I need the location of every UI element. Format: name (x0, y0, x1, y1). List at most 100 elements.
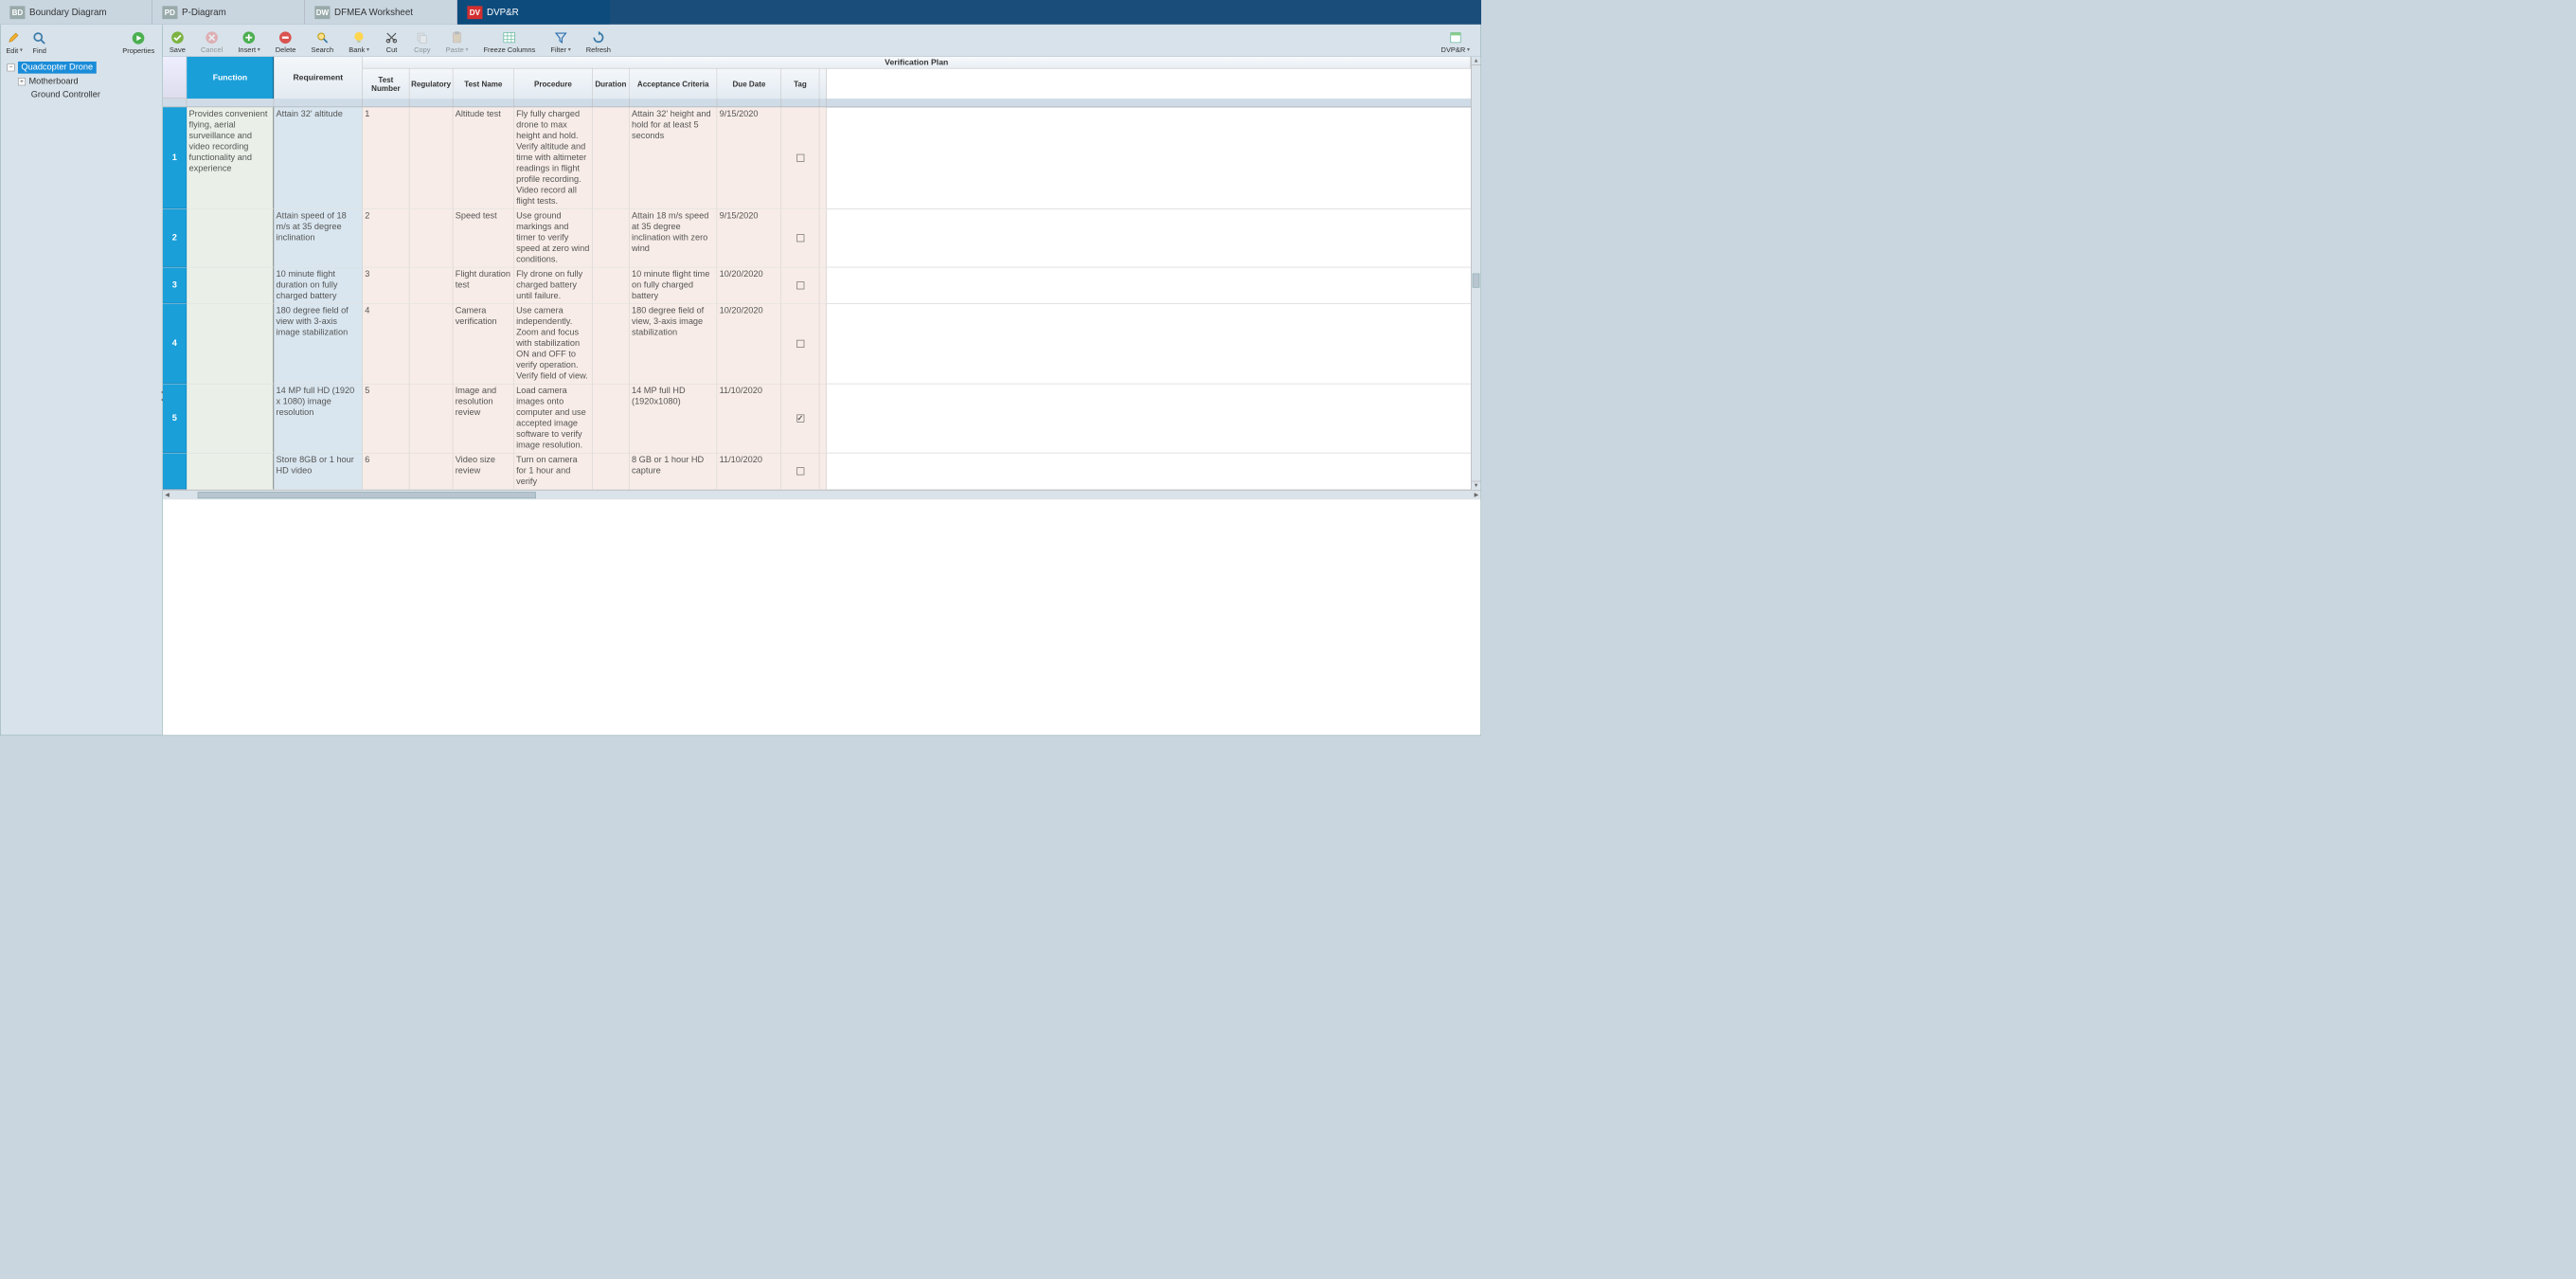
row-number[interactable]: 4 (163, 304, 187, 384)
dvpr-menu-button[interactable]: DVP&R (1441, 30, 1470, 54)
properties-button[interactable]: Properties (122, 31, 154, 55)
cell-due-date[interactable]: 9/15/2020 (717, 107, 781, 208)
col-extra[interactable] (819, 68, 826, 99)
freeze-button[interactable]: Freeze Columns (483, 30, 535, 54)
cell-regulatory[interactable] (409, 304, 453, 384)
vertical-scrollbar[interactable]: ▲ ▼ (1471, 57, 1480, 490)
col-procedure[interactable]: Procedure (514, 68, 593, 99)
cell-extra[interactable] (819, 209, 826, 267)
cell-requirement[interactable]: 180 degree field of view with 3-axis ima… (274, 304, 363, 384)
cell-tag[interactable] (781, 384, 819, 452)
table-row[interactable]: 4180 degree field of view with 3-axis im… (163, 304, 1471, 385)
cell-tag[interactable] (781, 107, 819, 208)
insert-button[interactable]: Insert (238, 30, 259, 54)
scroll-left-icon[interactable]: ◀ (163, 492, 171, 497)
cell-acceptance[interactable]: 180 degree field of view, 3-axis image s… (630, 304, 718, 384)
cell-regulatory[interactable] (409, 384, 453, 452)
cell-due-date[interactable]: 10/20/2020 (717, 304, 781, 384)
cell-extra[interactable] (819, 453, 826, 489)
cell-function[interactable] (187, 267, 274, 303)
checkbox[interactable] (796, 154, 804, 162)
col-acceptance[interactable]: Acceptance Criteria (630, 68, 718, 99)
search-button[interactable]: Search (311, 30, 333, 54)
cell-procedure[interactable]: Load camera images onto computer and use… (514, 384, 593, 452)
table-row[interactable]: 1Provides convenient flying, aerial surv… (163, 107, 1471, 209)
paste-button[interactable]: Paste (446, 30, 469, 54)
cell-requirement[interactable]: 10 minute flight duration on fully charg… (274, 267, 363, 303)
cell-function[interactable] (187, 453, 274, 489)
col-test-name[interactable]: Test Name (453, 68, 513, 99)
cell-test-number[interactable]: 4 (363, 304, 409, 384)
table-row[interactable]: Store 8GB or 1 hour HD video6 Video size … (163, 453, 1471, 490)
cell-procedure[interactable]: Use ground markings and timer to verify … (514, 209, 593, 267)
cell-procedure[interactable]: Fly drone on fully charged battery until… (514, 267, 593, 303)
row-number[interactable]: 5 (163, 384, 187, 452)
cell-test-name[interactable]: Video size review (453, 453, 513, 489)
col-test-number[interactable]: Test Number (363, 68, 409, 99)
delete-button[interactable]: Delete (276, 30, 296, 54)
col-regulatory[interactable]: Regulatory (409, 68, 453, 99)
cell-regulatory[interactable] (409, 107, 453, 208)
save-button[interactable]: Save (170, 30, 186, 54)
scroll-down-icon[interactable]: ▼ (1472, 481, 1481, 490)
cell-test-name[interactable]: Camera verification (453, 304, 513, 384)
copy-button[interactable]: Copy (414, 30, 430, 54)
cell-regulatory[interactable] (409, 453, 453, 489)
cell-test-name[interactable]: Image and resolution review (453, 384, 513, 452)
cell-regulatory[interactable] (409, 267, 453, 303)
row-number[interactable] (163, 453, 187, 489)
tree-root[interactable]: − Quadcopter Drone (5, 60, 158, 75)
tab-dfmea-worksheet[interactable]: DW DFMEA Worksheet (305, 0, 457, 25)
checkbox[interactable] (796, 340, 804, 348)
tree-ground-controller[interactable]: Ground Controller (5, 88, 158, 101)
cell-procedure[interactable]: Use camera independently. Zoom and focus… (514, 304, 593, 384)
cell-test-number[interactable]: 5 (363, 384, 409, 452)
cell-due-date[interactable]: 9/15/2020 (717, 209, 781, 267)
cell-test-number[interactable]: 2 (363, 209, 409, 267)
cell-acceptance[interactable]: Attain 18 m/s speed at 35 degree inclina… (630, 209, 718, 267)
cell-requirement[interactable]: Attain 32' altitude (274, 107, 363, 208)
cell-regulatory[interactable] (409, 209, 453, 267)
cell-duration[interactable] (593, 209, 630, 267)
cell-acceptance[interactable]: 14 MP full HD (1920x1080) (630, 384, 718, 452)
cell-test-number[interactable]: 3 (363, 267, 409, 303)
cell-extra[interactable] (819, 107, 826, 208)
cut-button[interactable]: Cut (385, 30, 399, 54)
cell-test-number[interactable]: 6 (363, 453, 409, 489)
cell-acceptance[interactable]: 8 GB or 1 hour HD capture (630, 453, 718, 489)
col-due-date[interactable]: Due Date (717, 68, 781, 99)
horizontal-scrollbar[interactable]: ◀ ▶ (163, 490, 1480, 499)
table-row[interactable]: 310 minute flight duration on fully char… (163, 267, 1471, 304)
row-number[interactable]: 1 (163, 107, 187, 208)
row-number[interactable]: 3 (163, 267, 187, 303)
cell-tag[interactable] (781, 267, 819, 303)
expand-icon[interactable]: + (18, 78, 26, 85)
col-requirement[interactable]: Requirement (274, 57, 363, 99)
find-button[interactable]: Find (32, 31, 46, 55)
cell-test-number[interactable]: 1 (363, 107, 409, 208)
cell-duration[interactable] (593, 267, 630, 303)
cell-function[interactable] (187, 209, 274, 267)
row-number[interactable]: 2 (163, 209, 187, 267)
hscroll-thumb[interactable] (198, 492, 536, 498)
checkbox[interactable] (796, 415, 804, 423)
edit-button[interactable]: Edit (6, 31, 23, 55)
checkbox[interactable] (796, 467, 804, 475)
scroll-up-icon[interactable]: ▲ (1472, 57, 1481, 65)
cell-procedure[interactable]: Turn on camera for 1 hour and verify (514, 453, 593, 489)
cell-extra[interactable] (819, 304, 826, 384)
tab-p-diagram[interactable]: PD P-Diagram (152, 0, 305, 25)
refresh-button[interactable]: Refresh (586, 30, 611, 54)
cell-requirement[interactable]: Store 8GB or 1 hour HD video (274, 453, 363, 489)
table-row[interactable]: 2Attain speed of 18 m/s at 35 degree inc… (163, 209, 1471, 268)
checkbox[interactable] (796, 234, 804, 242)
col-duration[interactable]: Duration (593, 68, 630, 99)
tree-motherboard[interactable]: + Motherboard (5, 75, 158, 88)
cell-due-date[interactable]: 10/20/2020 (717, 267, 781, 303)
table-row[interactable]: 514 MP full HD (1920 x 1080) image resol… (163, 384, 1471, 453)
cell-due-date[interactable]: 11/10/2020 (717, 384, 781, 452)
cell-duration[interactable] (593, 304, 630, 384)
cell-test-name[interactable]: Altitude test (453, 107, 513, 208)
cell-function[interactable] (187, 304, 274, 384)
cell-requirement[interactable]: Attain speed of 18 m/s at 35 degree incl… (274, 209, 363, 267)
